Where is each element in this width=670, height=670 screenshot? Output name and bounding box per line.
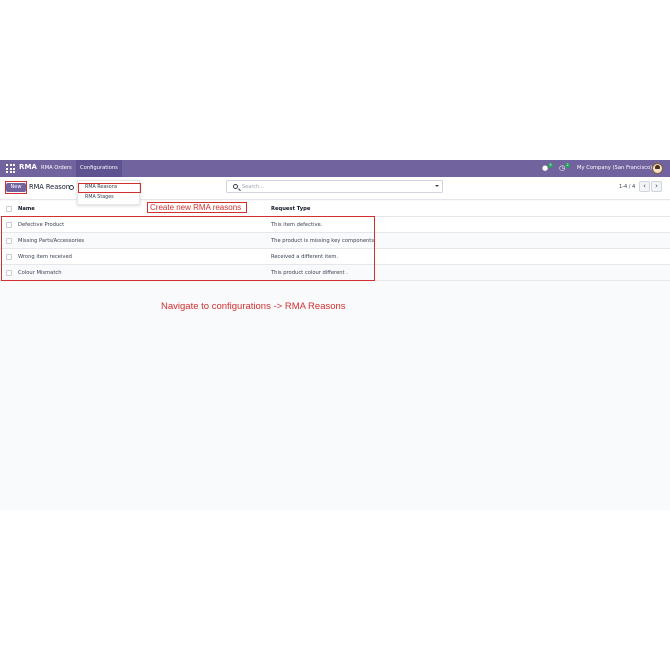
navigate-hint-text: Navigate to configurations -> RMA Reason… [161,301,346,312]
rows-highlight [1,216,375,281]
select-all-checkbox[interactable] [6,206,12,212]
new-button-highlight [5,181,27,194]
menu-configurations[interactable]: Configurations [76,160,122,177]
column-header-name[interactable]: Name [18,201,35,217]
pager-next-button[interactable]: › [651,181,662,192]
menu-item-rma-reasons[interactable]: RMA Reasons [78,183,141,193]
company-switcher[interactable]: My Company (San Francisco) [577,160,652,177]
menu-rma-orders[interactable]: RMA Orders [37,160,76,177]
pager-value[interactable]: 1-4 / 4 [619,183,635,192]
chat-icon[interactable]: ● [542,160,548,177]
search-icon [233,184,238,189]
timer-badge: 2 [565,163,570,168]
clock-icon[interactable]: ◷ [559,160,565,177]
create-hint-text: Create new RMA reasons [150,203,242,212]
search-input[interactable] [242,183,422,191]
activity-badge: 5 [548,163,553,168]
search-bar[interactable] [226,180,443,193]
gear-icon[interactable] [69,185,74,190]
create-hint-box: Create new RMA reasons [147,202,247,213]
chevron-down-icon[interactable] [435,185,439,187]
app-brand[interactable]: RMA [19,163,37,171]
page-title: RMA Reason [29,183,70,191]
menu-item-rma-stages[interactable]: RMA Stages [78,193,141,203]
user-avatar[interactable] [652,163,663,174]
app-window: RMA RMA Orders Configurations ● 5 ◷ 2 My… [0,160,670,510]
configurations-dropdown: RMA Reasons RMA Stages [77,180,141,205]
top-navbar: RMA RMA Orders Configurations ● 5 ◷ 2 My… [0,160,670,177]
column-header-request-type[interactable]: Request Type [271,201,310,217]
pager-previous-button[interactable]: ‹ [639,181,650,192]
apps-menu-icon[interactable] [6,164,15,173]
